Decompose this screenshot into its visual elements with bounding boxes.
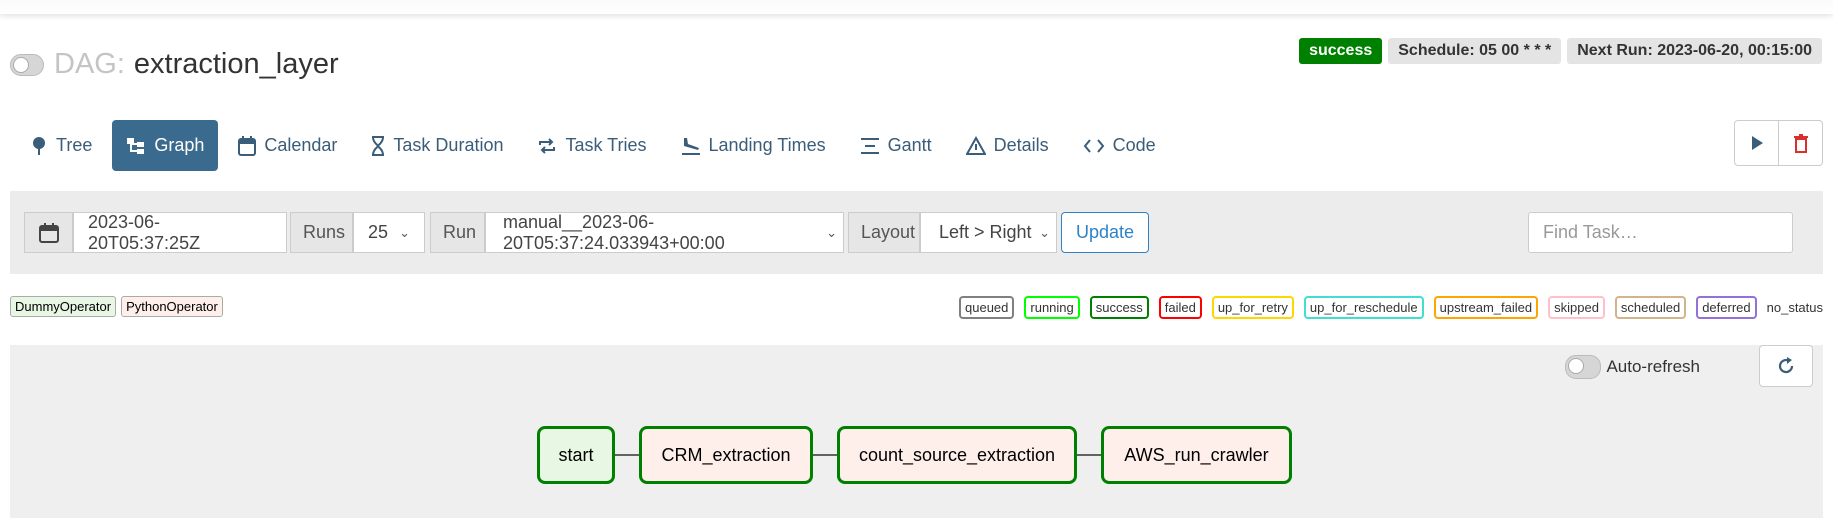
dag-prefix: DAG: <box>54 48 125 80</box>
operator-legend-python: PythonOperator <box>121 296 223 317</box>
execution-date-input[interactable]: 2023-06-20T05:37:25Z <box>73 212 287 253</box>
state-running[interactable]: running <box>1024 296 1080 319</box>
tab-task-duration[interactable]: Task Duration <box>357 120 517 171</box>
operator-legend-dummy: DummyOperator <box>10 296 117 317</box>
chevron-down-icon: ⌄ <box>399 224 410 240</box>
hourglass-icon <box>372 135 385 156</box>
find-task-input[interactable]: Find Task… <box>1528 212 1793 253</box>
trash-icon <box>1793 134 1808 153</box>
tab-details[interactable]: Details <box>952 120 1063 171</box>
task-node-crm-extraction[interactable]: CRM_extraction <box>639 426 813 484</box>
tab-calendar[interactable]: Calendar <box>224 120 351 171</box>
update-control: Update <box>1061 212 1150 253</box>
graph-controls: 2023-06-20T05:37:25Z Runs 25 ⌄ Run manua… <box>10 191 1823 274</box>
status-badge: success <box>1299 38 1383 64</box>
state-failed[interactable]: failed <box>1158 296 1202 319</box>
dag-header: DAG: extraction_layer <box>10 48 339 81</box>
calendar-icon <box>38 222 59 243</box>
gantt-icon <box>860 137 879 154</box>
state-no-status: no_status <box>1766 300 1823 315</box>
tab-label: Calendar <box>264 135 338 155</box>
state-deferred[interactable]: deferred <box>1696 296 1757 319</box>
update-button[interactable]: Update <box>1061 212 1150 253</box>
layout-label: Layout <box>848 212 920 253</box>
tab-label: Landing Times <box>708 135 826 155</box>
play-icon <box>1751 136 1763 150</box>
top-navbar-edge <box>0 0 1833 14</box>
plane-landing-icon <box>681 137 700 155</box>
delete-dag-button[interactable] <box>1778 121 1822 165</box>
tab-label: Tree <box>56 135 93 155</box>
runs-select[interactable]: 25 ⌄ <box>353 212 425 253</box>
trigger-dag-button[interactable] <box>1735 121 1778 165</box>
chevron-down-icon: ⌄ <box>1039 224 1050 240</box>
tab-label: Graph <box>154 135 205 155</box>
layout-value: Left > Right <box>939 222 1032 242</box>
legend-row: DummyOperator PythonOperator queued runni… <box>10 296 1823 319</box>
task-node-label: CRM_extraction <box>661 444 791 465</box>
state-up-for-retry[interactable]: up_for_retry <box>1211 296 1294 319</box>
state-skipped[interactable]: skipped <box>1548 296 1605 319</box>
chevron-down-icon: ⌄ <box>826 224 837 240</box>
run-select[interactable]: manual__2023-06-20T05:37:24.033943+00:00… <box>485 212 844 253</box>
tab-code[interactable]: Code <box>1069 120 1170 171</box>
task-node-label: AWS_run_crawler <box>1124 444 1269 465</box>
state-up-for-reschedule[interactable]: up_for_reschedule <box>1303 296 1424 319</box>
schedule-badge: Schedule: 05 00 * * * <box>1388 38 1562 64</box>
task-node-aws-run-crawler[interactable]: AWS_run_crawler <box>1101 426 1292 484</box>
task-node-count-source-extraction[interactable]: count_source_extraction <box>837 426 1077 484</box>
state-success[interactable]: success <box>1089 296 1149 319</box>
run-control: Run manual__2023-06-20T05:37:24.033943+0… <box>430 212 844 253</box>
tab-label: Details <box>993 135 1049 155</box>
dag-pause-toggle[interactable] <box>10 53 44 76</box>
pin-icon <box>33 136 45 155</box>
graph-canvas[interactable]: Auto-refresh start CRM_extraction count_… <box>10 345 1823 518</box>
tab-tree[interactable]: Tree <box>16 120 106 171</box>
next-run-badge: Next Run: 2023-06-20, 00:15:00 <box>1567 38 1822 64</box>
state-legend: queued running success failed up_for_ret… <box>959 296 1823 319</box>
state-queued[interactable]: queued <box>959 296 1015 319</box>
tab-label: Gantt <box>887 135 932 155</box>
dag-badges: success Schedule: 05 00 * * * Next Run: … <box>1299 38 1822 64</box>
task-node-label: count_source_extraction <box>858 444 1056 465</box>
code-icon <box>1083 138 1104 153</box>
layout-select[interactable]: Left > Right ⌄ <box>920 212 1057 253</box>
tab-gantt[interactable]: Gantt <box>846 120 946 171</box>
tab-graph[interactable]: Graph <box>112 120 219 171</box>
execution-date-control: 2023-06-20T05:37:25Z <box>24 212 287 253</box>
calendar-button[interactable] <box>24 212 73 253</box>
state-upstream-failed[interactable]: upstream_failed <box>1433 296 1539 319</box>
dag-name: extraction_layer <box>133 48 339 80</box>
graph-icon <box>127 137 145 154</box>
tab-task-tries[interactable]: Task Tries <box>523 120 660 171</box>
view-tabs: Tree Graph Calendar Task Duration Task T… <box>16 120 1176 171</box>
calendar-icon <box>238 135 257 156</box>
repeat-icon <box>539 137 556 154</box>
dag-action-buttons <box>1734 120 1823 166</box>
tab-label: Task Tries <box>565 135 647 155</box>
runs-value: 25 <box>368 222 389 242</box>
tab-landing-times[interactable]: Landing Times <box>667 120 840 171</box>
tab-label: Code <box>1112 135 1156 155</box>
runs-label: Runs <box>290 212 353 253</box>
run-value: manual__2023-06-20T05:37:24.033943+00:00 <box>503 211 725 253</box>
layout-control: Layout Left > Right ⌄ <box>848 212 1057 253</box>
task-node-label: start <box>558 444 594 465</box>
run-label: Run <box>430 212 485 253</box>
warning-triangle-icon <box>965 135 986 155</box>
state-scheduled[interactable]: scheduled <box>1614 296 1687 319</box>
tab-label: Task Duration <box>393 135 504 155</box>
runs-control: Runs 25 ⌄ <box>290 212 425 253</box>
task-node-start[interactable]: start <box>537 426 615 484</box>
